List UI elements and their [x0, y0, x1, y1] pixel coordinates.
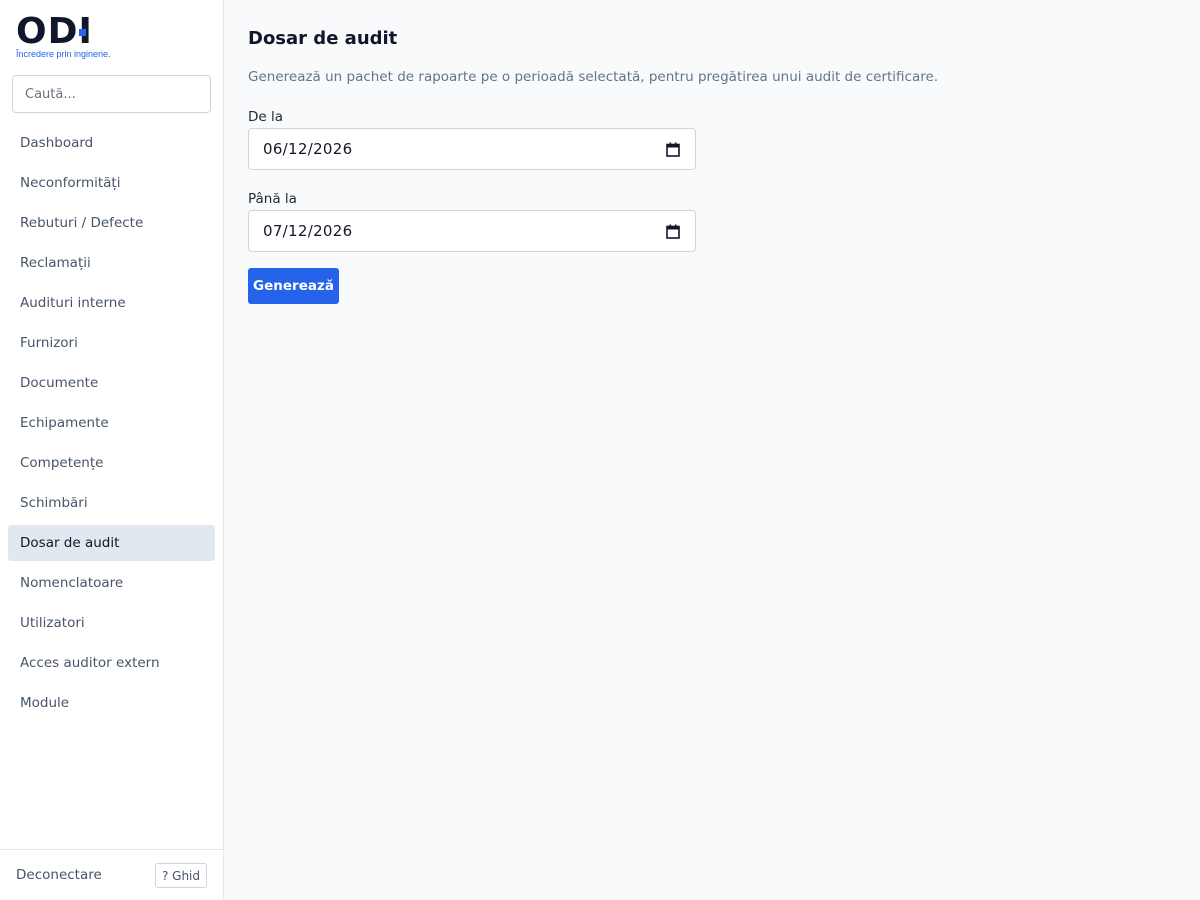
from-date-value: 06/12/2026	[263, 140, 353, 158]
sidebar-footer: Deconectare ? Ghid	[0, 849, 223, 900]
sidebar-item-audituri-interne[interactable]: Audituri interne	[8, 285, 215, 321]
generate-button[interactable]: Generează	[248, 268, 339, 304]
sidebar-item-furnizori[interactable]: Furnizori	[8, 325, 215, 361]
sidebar-item-utilizatori[interactable]: Utilizatori	[8, 605, 215, 641]
logout-link[interactable]: Deconectare	[16, 867, 102, 883]
search-input[interactable]	[12, 75, 211, 113]
sidebar: ODI Încredere prin inginerie. Dashboard …	[0, 0, 224, 900]
sidebar-item-competente[interactable]: Competențe	[8, 445, 215, 481]
sidebar-item-dashboard[interactable]: Dashboard	[8, 125, 215, 161]
sidebar-item-rebuturi-defecte[interactable]: Rebuturi / Defecte	[8, 205, 215, 241]
main-content: Dosar de audit Generează un pachet de ra…	[224, 0, 1200, 900]
logo-tagline: Încredere prin inginerie.	[16, 49, 111, 59]
from-date-input[interactable]: 06/12/2026	[248, 128, 696, 170]
sidebar-item-documente[interactable]: Documente	[8, 365, 215, 401]
odi-logo[interactable]: ODI Încredere prin inginerie.	[16, 14, 146, 62]
sidebar-item-reclamatii[interactable]: Reclamații	[8, 245, 215, 281]
sidebar-nav: Dashboard Neconformități Rebuturi / Defe…	[8, 125, 215, 725]
to-date-value: 07/12/2026	[263, 222, 353, 240]
to-date-label: Până la	[248, 191, 297, 207]
sidebar-item-neconformitati[interactable]: Neconformități	[8, 165, 215, 201]
logo-accent-dot	[79, 29, 86, 36]
to-date-input[interactable]: 07/12/2026	[248, 210, 696, 252]
sidebar-item-schimbari[interactable]: Schimbări	[8, 485, 215, 521]
sidebar-item-acces-auditor-extern[interactable]: Acces auditor extern	[8, 645, 215, 681]
sidebar-item-module[interactable]: Module	[8, 685, 215, 721]
calendar-icon[interactable]	[666, 142, 680, 157]
calendar-icon[interactable]	[666, 224, 680, 239]
sidebar-item-dosar-de-audit[interactable]: Dosar de audit	[8, 525, 215, 561]
guide-button[interactable]: ? Ghid	[155, 863, 207, 888]
sidebar-item-nomenclatoare[interactable]: Nomenclatoare	[8, 565, 215, 601]
sidebar-item-echipamente[interactable]: Echipamente	[8, 405, 215, 441]
from-date-label: De la	[248, 109, 284, 125]
page-title: Dosar de audit	[248, 28, 398, 49]
page-description: Generează un pachet de rapoarte pe o per…	[248, 69, 939, 85]
